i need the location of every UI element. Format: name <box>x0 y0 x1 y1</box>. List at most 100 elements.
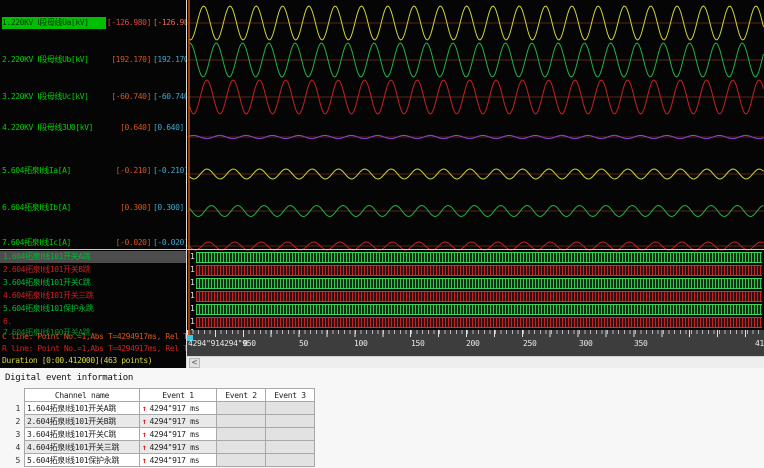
row-number: 1 <box>6 401 25 415</box>
rising-edge-arrow-icon: ↑ <box>142 442 147 452</box>
axis-tick-label: 50 <box>299 339 309 348</box>
digital-channel-row[interactable]: 3.604拓泉Ⅰ线101开关C跳 <box>0 277 186 289</box>
rising-edge-arrow-icon: ↑ <box>142 429 147 439</box>
digital-channel-row[interactable]: 2.604拓泉Ⅰ线101开关B跳 <box>0 264 186 276</box>
axis-major-ticks <box>187 330 764 337</box>
event-1-cell: ↑ 4294"917 ms <box>139 414 217 428</box>
analog-channel-row[interactable]: 5.604拓泉Ⅰ线Ia[A] [-0.210] [-0.210] <box>0 165 186 177</box>
analog-channel-name[interactable]: 4.220KV Ⅰ段母线3U0[kV] <box>2 122 106 134</box>
digital-event-table: Channel name Event 1 Event 2 Event 3 1 1.… <box>6 388 315 467</box>
duration-status: Duration [0:00.412000](463 points) <box>2 356 153 365</box>
event-info-section: Digital event information Channel name E… <box>0 368 764 468</box>
event-table-header-row: Channel name Event 1 Event 2 Event 3 <box>6 388 315 402</box>
axis-tick-label: 350 <box>634 339 648 348</box>
analog-channel-row[interactable]: 6.604拓泉Ⅰ线Ib[A] [0.300] [0.300] <box>0 202 186 214</box>
event-table-row[interactable]: 1 1.604拓泉Ⅰ线101开关A跳 ↑ 4294"917 ms <box>6 401 315 415</box>
digital-trace-bar <box>196 278 762 289</box>
analog-channel-row[interactable]: 1.220KV Ⅰ段母线Ua[kV][-126.980][-126.980] <box>0 17 186 29</box>
event-1-time: 4294"917 ms <box>149 416 200 426</box>
axis-tick-label: 0 <box>243 339 248 348</box>
event-1-cell: ↑ 4294"917 ms <box>139 427 217 441</box>
channel-value-1: [192.170] <box>111 55 151 64</box>
analog-channel-name[interactable]: 1.220KV Ⅰ段母线Ua[kV] <box>2 17 106 29</box>
event-channel-name: 2.604拓泉Ⅰ线101开关B跳 <box>24 414 140 428</box>
channel-value-2: [-0.210] <box>153 166 186 175</box>
event-1-time: 4294"917 ms <box>149 455 200 465</box>
row-number: 2 <box>6 414 25 428</box>
row-number: 3 <box>6 427 25 441</box>
header-event-2: Event 2 <box>216 388 266 402</box>
event-2-cell <box>216 440 266 454</box>
event-3-cell <box>265 440 315 454</box>
cursor-c-line-status: C line: Point No.=1,Abs T=4294917ms, Rel… <box>2 332 186 341</box>
event-3-cell <box>265 414 315 428</box>
channel-value-2: [0.640] <box>153 123 184 132</box>
event-3-cell <box>265 453 315 467</box>
row-number: 5 <box>6 453 25 467</box>
header-event-1: Event 1 <box>139 388 217 402</box>
event-1-time: 4294"917 ms <box>149 403 200 413</box>
analog-channel-name[interactable]: 5.604拓泉Ⅰ线Ia[A] <box>2 165 106 177</box>
scroll-left-icon[interactable]: < <box>189 358 200 368</box>
channel-value-1: [0.300] <box>120 203 151 212</box>
channel-value-1: [-0.020] <box>115 238 152 247</box>
digital-trace-bar <box>196 291 762 302</box>
analog-channel-name[interactable]: 3.220KV Ⅰ段母线Uc[kV] <box>2 91 106 103</box>
row-number: 4 <box>6 440 25 454</box>
event-2-cell <box>216 401 266 415</box>
event-table-row[interactable]: 3 3.604拓泉Ⅰ线101开关C跳 ↑ 4294"917 ms <box>6 427 315 441</box>
analog-channel-name[interactable]: 7.604拓泉Ⅰ线Ic[A] <box>2 237 106 249</box>
event-table-row[interactable]: 2 2.604拓泉Ⅰ线101开关B跳 ↑ 4294"917 ms <box>6 414 315 428</box>
event-channel-name: 4.604拓泉Ⅰ线101开关三跳 <box>24 440 140 454</box>
analog-digital-divider <box>0 249 764 250</box>
event-2-cell <box>216 453 266 467</box>
axis-tick-label: 150 <box>411 339 425 348</box>
channel-value-1: [-60.740] <box>111 92 151 101</box>
panel-divider <box>186 0 187 368</box>
event-table-row[interactable]: 4 4.604拓泉Ⅰ线101开关三跳 ↑ 4294"917 ms <box>6 440 315 454</box>
header-channel-name: Channel name <box>24 388 140 402</box>
channel-value-1: [-126.980] <box>106 18 152 27</box>
analog-channel-row[interactable]: 3.220KV Ⅰ段母线Uc[kV] [-60.740][-60.740] <box>0 91 186 103</box>
channel-value-1: [-0.210] <box>115 166 152 175</box>
cursor-r-line-status: R line: Point No.=1,Abs T=4294917ms, Rel… <box>2 344 186 353</box>
analog-channel-row[interactable]: 4.220KV Ⅰ段母线3U0[kV] [0.640] [0.640] <box>0 122 186 134</box>
analog-channel-row[interactable]: 7.604拓泉Ⅰ线Ic[A] [-0.020] [-0.020] <box>0 237 186 249</box>
event-channel-name: 5.604拓泉Ⅰ线101保护永跳 <box>24 453 140 467</box>
event-channel-name: 3.604拓泉Ⅰ线101开关C跳 <box>24 427 140 441</box>
channel-value-2: [-0.020] <box>153 238 186 247</box>
event-1-cell: ↑ 4294"917 ms <box>139 453 217 467</box>
digital-trace-bar <box>196 304 762 315</box>
digital-trace-bar <box>196 252 762 263</box>
event-1-time: 4294"917 ms <box>149 429 200 439</box>
digital-channel-row[interactable]: 5.604拓泉Ⅰ线101保护永跳 <box>0 303 186 315</box>
channel-value-2: [-60.740] <box>153 92 186 101</box>
fault-recorder-window: { "header": { "title": "" }, "icons": { … <box>0 0 764 468</box>
analog-channel-name[interactable]: 2.220KV Ⅰ段母线Ub[kV] <box>2 54 106 66</box>
waveform-plot-area[interactable]: 1111111 <box>187 0 764 330</box>
analog-channel-row[interactable]: 2.220KV Ⅰ段母线Ub[kV] [192.170][192.170] <box>0 54 186 66</box>
analog-channel-name[interactable]: 6.604拓泉Ⅰ线Ib[A] <box>2 202 106 214</box>
event-1-time: 4294"917 ms <box>149 442 200 452</box>
event-3-cell <box>265 427 315 441</box>
axis-tick-label: 250 <box>523 339 537 348</box>
channel-value-2: [-126.980] <box>153 18 186 27</box>
channel-label-panel: 1.220KV Ⅰ段母线Ua[kV][-126.980][-126.980]2.… <box>0 0 186 368</box>
axis-tick-label: 300 <box>579 339 593 348</box>
digital-channel-row[interactable]: 4.604拓泉Ⅰ线101开关三跳 <box>0 290 186 302</box>
digital-trace-bar <box>196 317 762 328</box>
header-event-3: Event 3 <box>265 388 315 402</box>
horizontal-scrollbar[interactable]: < <box>187 356 764 368</box>
event-2-cell <box>216 414 266 428</box>
rising-edge-arrow-icon: ↑ <box>142 403 147 413</box>
digital-channel-row[interactable]: 1.604拓泉Ⅰ线101开关A跳 <box>0 251 186 263</box>
event-table-row[interactable]: 5 5.604拓泉Ⅰ线101保护永跳 ↑ 4294"917 ms <box>6 453 315 467</box>
digital-trace-bar <box>196 265 762 276</box>
time-axis[interactable]: 4294"914294"950 0 50 100 150 200 250 300 350 41 <box>187 330 764 356</box>
axis-tick-label: 100 <box>354 339 368 348</box>
event-1-cell: ↑ 4294"917 ms <box>139 401 217 415</box>
channel-value-2: [192.170] <box>153 55 186 64</box>
event-channel-name: 1.604拓泉Ⅰ线101开关A跳 <box>24 401 140 415</box>
event-3-cell <box>265 401 315 415</box>
event-info-title: Digital event information <box>5 373 133 383</box>
